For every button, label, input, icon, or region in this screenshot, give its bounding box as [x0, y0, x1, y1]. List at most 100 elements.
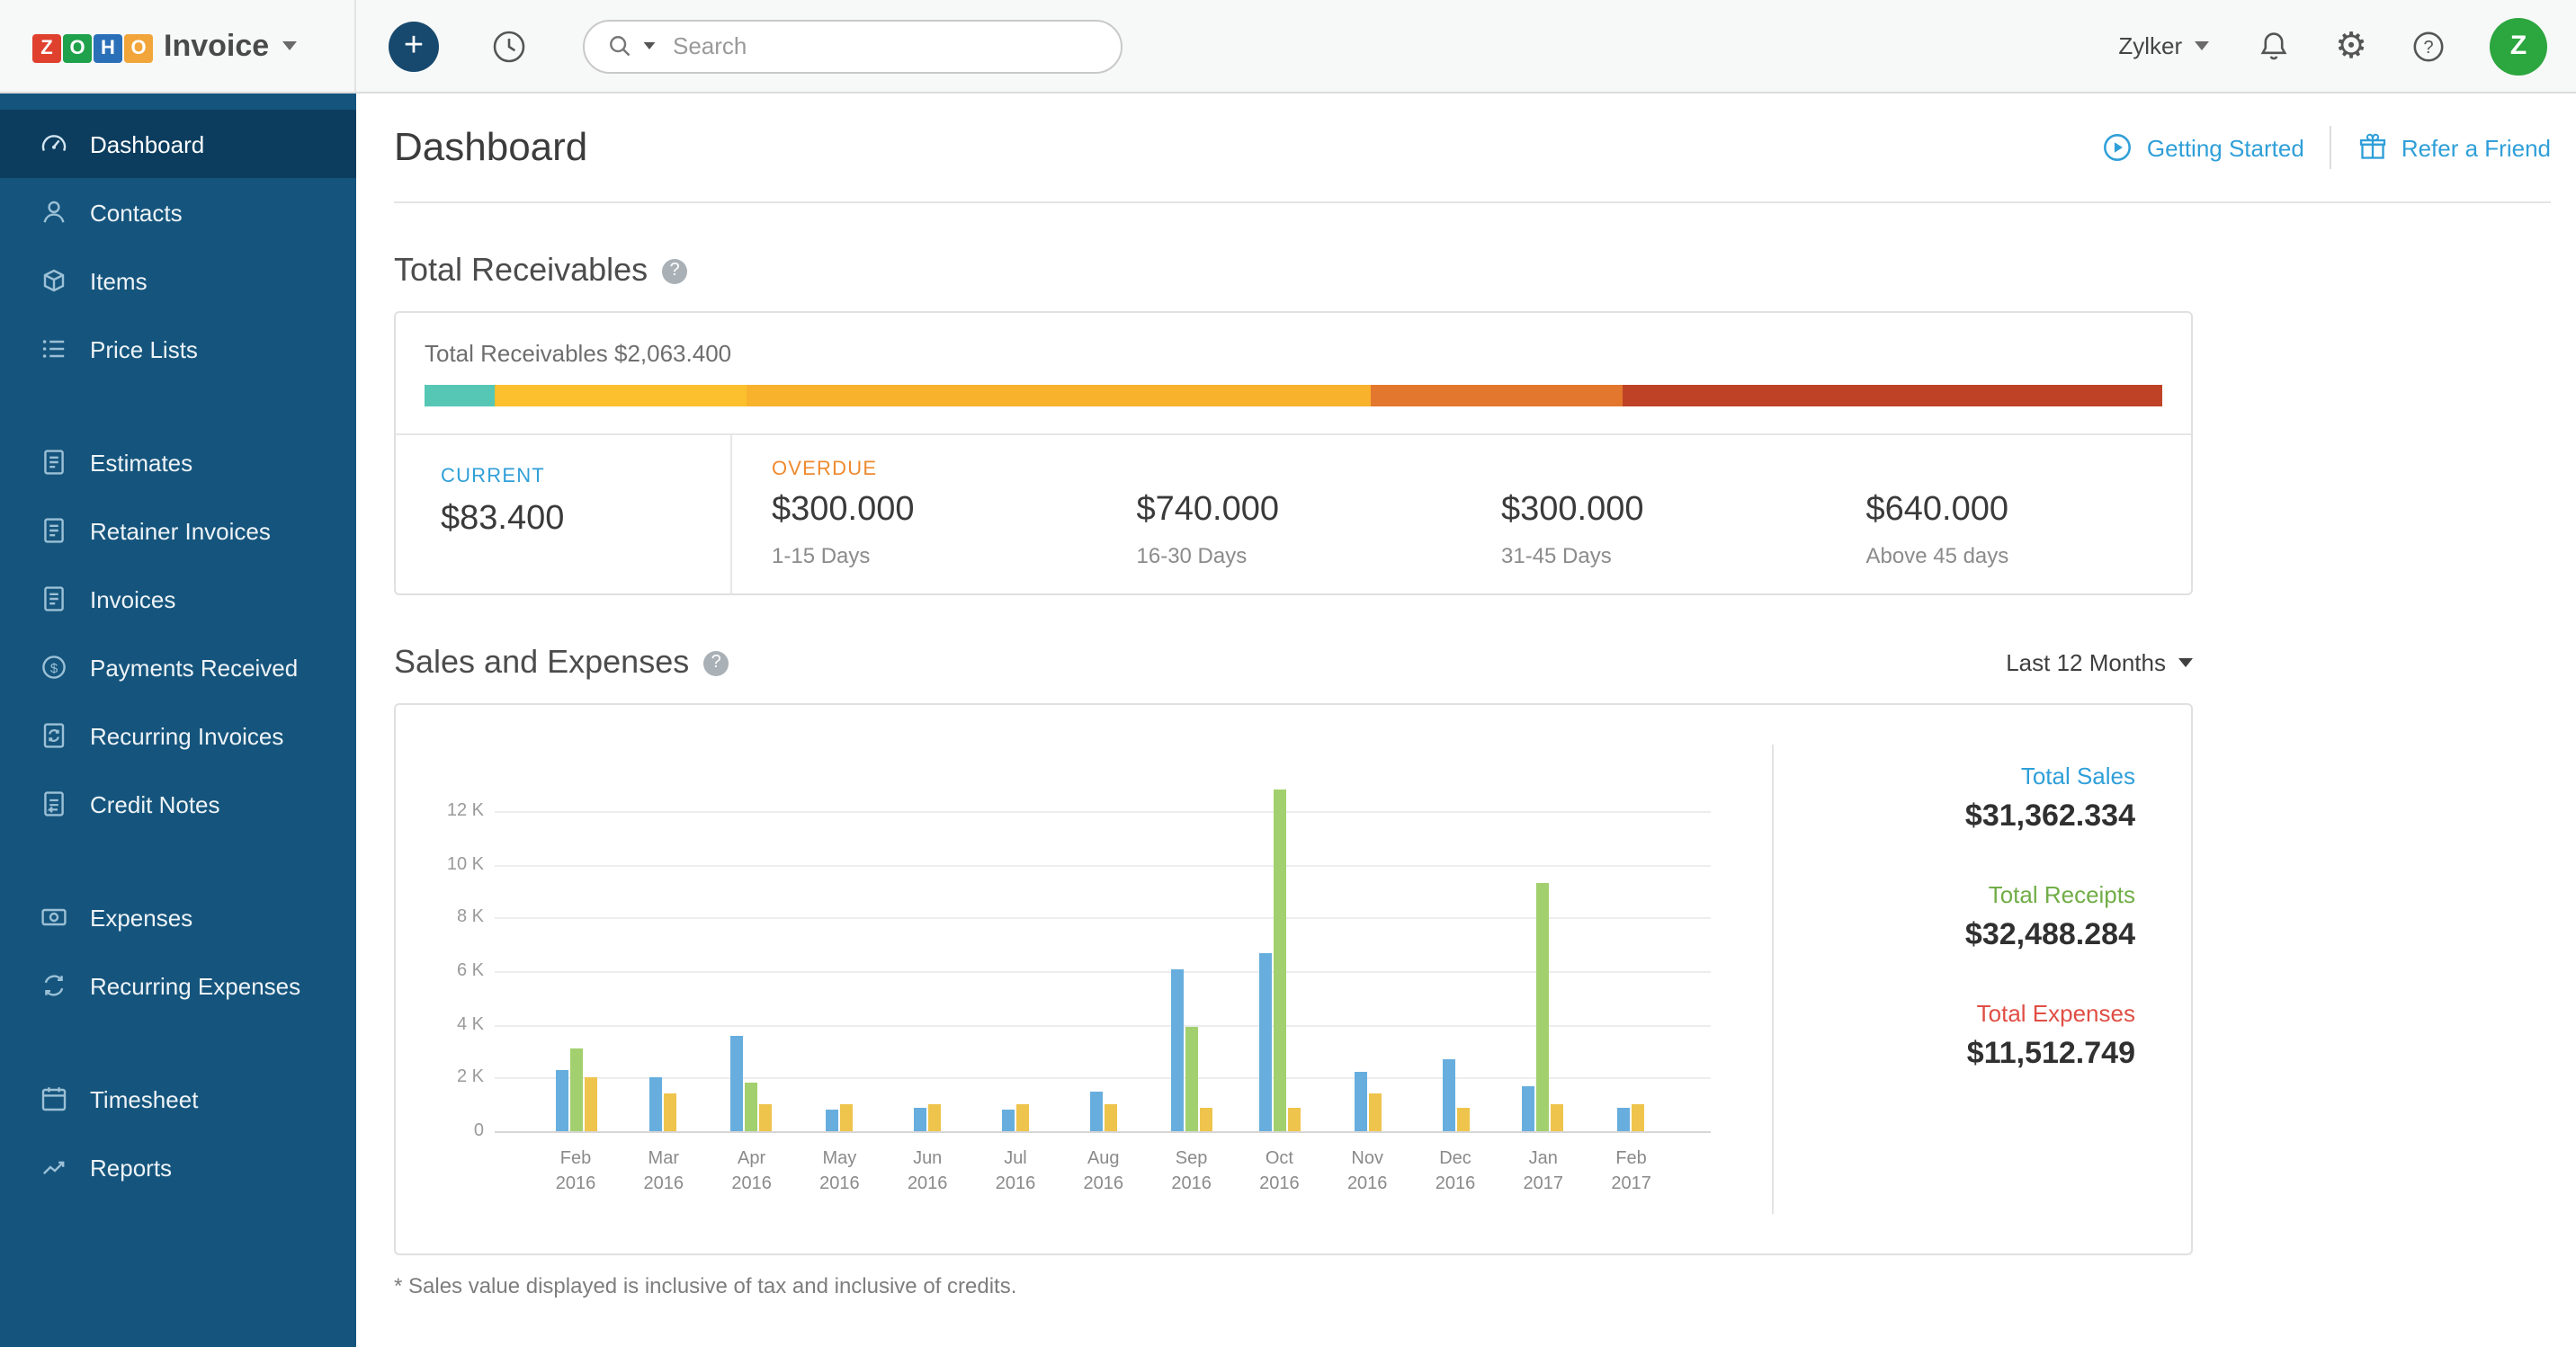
dashboard-icon [40, 129, 68, 158]
search-scope-chevron-icon[interactable] [644, 42, 656, 49]
sidebar-item-label: Price Lists [90, 335, 198, 362]
sidebar-item-invoices[interactable]: Invoices [0, 565, 356, 633]
bar-sales-may-2016[interactable] [826, 1110, 838, 1131]
receivables-segment-overdue-above-45-days[interactable] [1623, 385, 2162, 406]
bar-expenses-mar-2016[interactable] [665, 1093, 677, 1131]
bar-sales-sep-2016[interactable] [1171, 968, 1184, 1131]
price-lists-icon [40, 335, 68, 363]
bar-sales-dec-2016[interactable] [1442, 1059, 1454, 1131]
chevron-down-icon [282, 41, 296, 50]
bar-expenses-jun-2016[interactable] [928, 1104, 941, 1131]
bar-expenses-sep-2016[interactable] [1200, 1107, 1212, 1131]
bar-expenses-jul-2016[interactable] [1016, 1104, 1029, 1131]
bar-expenses-dec-2016[interactable] [1456, 1107, 1469, 1131]
search-bar[interactable] [583, 19, 1123, 73]
bar-receipts-sep-2016[interactable] [1185, 1027, 1198, 1131]
bar-expenses-feb-2017[interactable] [1632, 1104, 1645, 1131]
refer-a-friend-link[interactable]: Refer a Friend [2357, 131, 2551, 164]
bucket-amount: $300.000 [772, 491, 1097, 531]
sidebar-item-recurring-invoices[interactable]: Recurring Invoices [0, 701, 356, 770]
gridline [495, 1131, 1711, 1133]
bar-expenses-oct-2016[interactable] [1287, 1107, 1300, 1131]
help-icon[interactable]: ? [2411, 28, 2446, 64]
total-receivables-card: Total Receivables $2,063.400 CURRENT $83… [394, 311, 2193, 595]
sidebar-item-payments-received[interactable]: $Payments Received [0, 633, 356, 701]
receivables-segment-overdue-31-45-days[interactable] [1371, 385, 1623, 406]
sidebar-item-price-lists[interactable]: Price Lists [0, 315, 356, 383]
x-axis-tick: Feb2017 [1611, 1147, 1651, 1198]
header-links-divider [2330, 126, 2331, 169]
bar-expenses-may-2016[interactable] [840, 1104, 853, 1131]
sidebar-item-items[interactable]: Items [0, 246, 356, 315]
svg-text:$: $ [50, 661, 58, 676]
sidebar-item-reports[interactable]: Reports [0, 1133, 356, 1201]
total-receipts: Total Receipts$32,488.284 [1774, 881, 2135, 953]
sidebar-item-retainer-invoices[interactable]: Retainer Invoices [0, 496, 356, 565]
bar-receipts-oct-2016[interactable] [1273, 789, 1285, 1131]
org-switcher[interactable]: Zylker [2118, 32, 2209, 59]
sidebar-item-timesheet[interactable]: Timesheet [0, 1065, 356, 1133]
notifications-bell-icon[interactable] [2256, 28, 2292, 64]
y-axis-tick: 8 K [408, 908, 484, 928]
bar-sales-aug-2016[interactable] [1090, 1092, 1103, 1132]
bar-expenses-nov-2016[interactable] [1368, 1093, 1381, 1131]
bar-sales-jun-2016[interactable] [914, 1107, 926, 1131]
topbar-main: + Zylker ⚙ ? [356, 0, 2576, 92]
sidebar-item-dashboard[interactable]: Dashboard [0, 110, 356, 178]
sidebar-item-label: Credit Notes [90, 790, 220, 817]
sidebar-item-credit-notes[interactable]: Credit Notes [0, 770, 356, 838]
timesheet-icon [40, 1084, 68, 1113]
sidebar-group: ExpensesRecurring Expenses [0, 883, 356, 1020]
overdue-bucket-31-45-days[interactable]: $300.00031-45 Days [1462, 459, 1827, 568]
getting-started-link[interactable]: Getting Started [2102, 131, 2304, 164]
bar-sales-nov-2016[interactable] [1354, 1073, 1366, 1131]
sidebar-item-label: Dashboard [90, 130, 204, 157]
x-axis-tick: Jul2016 [996, 1147, 1036, 1198]
sidebar-item-estimates[interactable]: Estimates [0, 428, 356, 496]
sidebar-item-contacts[interactable]: Contacts [0, 178, 356, 246]
bar-expenses-aug-2016[interactable] [1105, 1104, 1117, 1131]
topbar-right: Zylker ⚙ ? Z [2118, 17, 2576, 75]
help-badge-icon[interactable]: ? [662, 258, 687, 283]
bar-expenses-feb-2016[interactable] [584, 1078, 596, 1131]
x-axis-tick: Oct2016 [1259, 1147, 1300, 1198]
search-input[interactable] [673, 32, 1099, 59]
bar-expenses-apr-2016[interactable] [760, 1104, 773, 1131]
x-axis-tick: Apr2016 [731, 1147, 772, 1198]
items-icon [40, 266, 68, 295]
overdue-bucket-1-15-days[interactable]: OVERDUE$300.0001-15 Days [732, 459, 1097, 568]
org-logo-menu[interactable]: ZOHO Invoice [0, 0, 356, 92]
bar-receipts-apr-2016[interactable] [746, 1084, 758, 1131]
chart-totals-panel: Total Sales$31,362.334Total Receipts$32,… [1772, 745, 2191, 1214]
bar-receipts-feb-2016[interactable] [569, 1048, 582, 1131]
bar-sales-apr-2016[interactable] [731, 1035, 744, 1131]
bar-receipts-jan-2017[interactable] [1537, 883, 1550, 1131]
bar-sales-feb-2017[interactable] [1618, 1107, 1631, 1131]
bar-sales-jul-2016[interactable] [1002, 1110, 1015, 1131]
bar-sales-jan-2017[interactable] [1523, 1086, 1535, 1131]
sidebar-item-expenses[interactable]: Expenses [0, 883, 356, 951]
y-axis-tick: 2 K [408, 1068, 484, 1088]
chevron-down-icon [2195, 41, 2209, 50]
bar-sales-feb-2016[interactable] [555, 1070, 568, 1131]
zoho-invoice-app: ZOHO Invoice + Zylker [0, 0, 2576, 1347]
receivables-segment-overdue-1-15-days[interactable] [495, 385, 747, 406]
gridline [495, 971, 1711, 973]
bar-sales-mar-2016[interactable] [650, 1078, 663, 1131]
overdue-bucket-16-30-days[interactable]: $740.00016-30 Days [1097, 459, 1462, 568]
sidebar-item-label: Estimates [90, 449, 192, 476]
user-avatar[interactable]: Z [2490, 17, 2547, 75]
help-badge-icon[interactable]: ? [703, 650, 729, 675]
settings-gear-icon[interactable]: ⚙ [2335, 28, 2367, 64]
receivables-summary: Total Receivables $2,063.400 [396, 313, 2191, 385]
receivables-segment-overdue-16-30-days[interactable] [747, 385, 1371, 406]
recent-activity-icon[interactable] [489, 26, 529, 66]
bar-sales-oct-2016[interactable] [1258, 952, 1271, 1131]
bar-expenses-jan-2017[interactable] [1552, 1104, 1564, 1131]
quick-create-button[interactable]: + [389, 21, 439, 71]
date-range-selector[interactable]: Last 12 Months [2006, 649, 2193, 676]
receivables-segment-current[interactable] [425, 385, 495, 406]
current-receivables[interactable]: CURRENT $83.400 [396, 435, 732, 593]
sidebar-item-recurring-expenses[interactable]: Recurring Expenses [0, 951, 356, 1020]
overdue-bucket-above-45-days[interactable]: $640.000Above 45 days [1827, 459, 2192, 568]
